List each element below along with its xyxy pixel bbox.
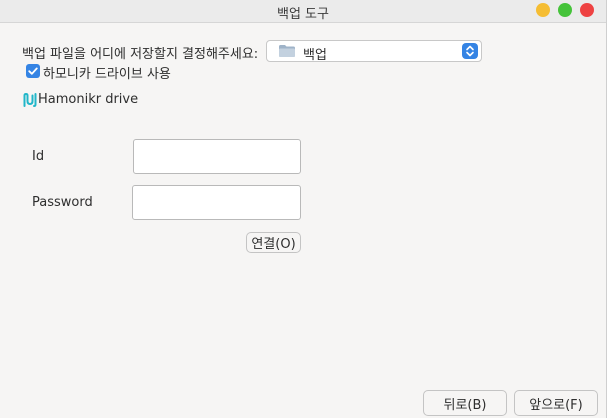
selected-folder-label: 백업 (303, 48, 327, 63)
window-title: 백업 도구 (277, 7, 329, 22)
backup-location-prompt: 백업 파일을 어디에 저장할지 결정해주세요: (22, 47, 259, 62)
id-input[interactable] (133, 139, 301, 174)
connect-button[interactable]: 연결(O) (246, 232, 301, 253)
maximize-button[interactable] (558, 3, 572, 17)
title-bar[interactable]: 백업 도구 (0, 0, 606, 23)
password-label: Password (32, 195, 93, 210)
back-button[interactable]: 뒤로(B) (423, 390, 507, 416)
password-input[interactable] (132, 185, 301, 220)
close-button[interactable] (580, 3, 594, 17)
next-button[interactable]: 앞으로(F) (514, 390, 598, 416)
up-down-chevron-icon (462, 43, 478, 59)
use-hamonikr-drive-label[interactable]: 하모니카 드라이브 사용 (43, 63, 171, 82)
minimize-button[interactable] (536, 3, 550, 17)
backup-tool-window: 백업 도구 백업 파일을 어디에 저장할지 결정해주세요: 백업 하모니카 드라… (0, 0, 607, 418)
use-hamonikr-drive-checkbox[interactable] (26, 64, 40, 78)
hamonikr-drive-title: Hamonikr drive (38, 92, 139, 107)
backup-folder-chooser[interactable]: 백업 (266, 40, 482, 63)
folder-icon (279, 45, 295, 57)
hamonikr-logo-icon (23, 92, 37, 107)
id-label: Id (32, 149, 45, 164)
